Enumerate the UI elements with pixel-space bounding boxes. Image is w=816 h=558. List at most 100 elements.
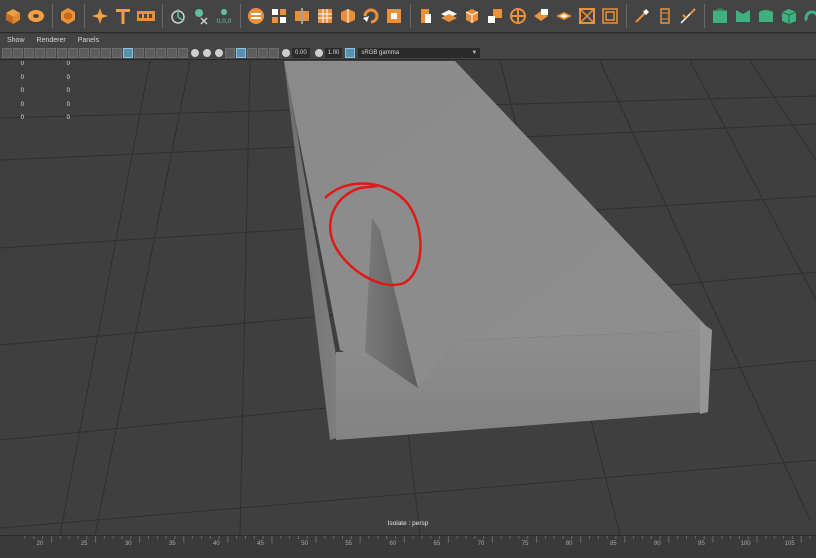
super-shape-icon[interactable] <box>167 4 189 28</box>
camera-name-label: Isolate : persp <box>387 520 429 527</box>
bookmark-icon[interactable] <box>24 47 34 58</box>
perspective-viewport[interactable]: 00 00 00 00 00 Isolate : persp <box>0 61 816 535</box>
fill-hole-icon[interactable] <box>383 4 405 28</box>
poke-icon[interactable] <box>654 4 676 28</box>
insert-edgeloop-icon[interactable] <box>530 4 552 28</box>
shelf-separator <box>410 4 411 28</box>
timeline-tick-label: 20 <box>37 541 44 547</box>
color-space-select[interactable]: sRGB gamma ▼ <box>358 47 481 58</box>
timeline-tick-label: 25 <box>81 541 88 547</box>
gate-mask-icon[interactable] <box>101 47 111 58</box>
grease-pencil-icon[interactable] <box>57 47 67 58</box>
timeline-tick-label: 35 <box>169 541 176 547</box>
harden-edge-icon[interactable] <box>778 4 800 28</box>
menu-renderer[interactable]: Renderer <box>30 37 71 44</box>
cylinder-icon[interactable] <box>25 4 47 28</box>
sweep-mesh-icon[interactable] <box>89 4 111 28</box>
extrude-icon[interactable] <box>415 4 437 28</box>
timeline-tick-label: 95 <box>698 541 705 547</box>
timeline-tick-label: 60 <box>389 541 396 547</box>
xray-joints-icon[interactable] <box>269 47 279 58</box>
camera-attributes-icon[interactable] <box>13 47 23 58</box>
use-default-material-icon[interactable] <box>145 47 155 58</box>
depth-of-field-icon[interactable] <box>225 47 235 58</box>
smooth-icon[interactable] <box>314 4 336 28</box>
merge-icon[interactable] <box>576 4 598 28</box>
time-slider[interactable]: 20 25 30 35 40 45 50 55 60 65 70 75 80 85 90 95 100 105 <box>0 535 816 557</box>
timeline-tick-label: 65 <box>434 541 441 547</box>
mirror-icon[interactable] <box>291 4 313 28</box>
cleanup-icon[interactable] <box>360 4 382 28</box>
grid-icon[interactable] <box>68 47 78 58</box>
append-icon[interactable] <box>484 4 506 28</box>
gamma-field[interactable]: 1.00 <box>324 47 343 58</box>
viewport-scene <box>0 61 816 535</box>
menu-panels[interactable]: Panels <box>71 37 104 44</box>
multicut-icon[interactable] <box>507 4 529 28</box>
smooth-shade-icon[interactable] <box>134 47 144 58</box>
shelf-separator <box>240 4 241 28</box>
timeline-tick-label: 40 <box>213 541 220 547</box>
isolate-select-icon[interactable] <box>236 47 246 58</box>
shadows-icon[interactable] <box>178 47 188 58</box>
conform-icon[interactable] <box>801 4 816 28</box>
shelf-separator <box>162 4 163 28</box>
resolution-gate-icon[interactable] <box>90 47 100 58</box>
hud-row: 00 <box>20 61 70 67</box>
target-weld-icon[interactable] <box>631 4 653 28</box>
timeline-tick-label: 50 <box>301 541 308 547</box>
polygon-cube-icon[interactable] <box>2 4 24 28</box>
offset-edgeloop-icon[interactable] <box>553 4 575 28</box>
soften-edge-icon[interactable] <box>755 4 777 28</box>
svg-icon[interactable] <box>135 4 157 28</box>
xray-active-icon[interactable] <box>258 47 268 58</box>
exposure-icon[interactable] <box>282 48 290 57</box>
field-chart-icon[interactable] <box>112 47 122 58</box>
ambient-occlusion-icon[interactable] <box>191 48 199 57</box>
select-camera-icon[interactable] <box>2 47 12 58</box>
wedge-icon[interactable] <box>677 4 699 28</box>
menu-show[interactable]: Show <box>0 37 30 44</box>
film-gate-icon[interactable] <box>79 47 89 58</box>
image-plane-icon[interactable] <box>35 47 45 58</box>
shelf-separator <box>52 4 53 28</box>
anti-aliasing-icon[interactable] <box>215 48 223 57</box>
lights-icon[interactable] <box>167 47 177 58</box>
panel-toolbar: 0.00 1.00 sRGB gamma ▼ <box>0 46 816 60</box>
motion-blur-icon[interactable] <box>203 48 211 57</box>
hud-row: 00 <box>20 88 70 94</box>
separate-icon[interactable] <box>268 4 290 28</box>
color-management-icon[interactable] <box>345 47 356 58</box>
2d-pan-zoom-icon[interactable] <box>46 47 56 58</box>
svg-text:0,0,0: 0,0,0 <box>216 18 231 25</box>
uv-icon[interactable] <box>190 4 212 28</box>
xray-icon[interactable] <box>247 47 257 58</box>
panel-menubar: Show Renderer Panels <box>0 34 816 46</box>
timeline-tick-label: 105 <box>785 541 796 547</box>
textured-icon[interactable] <box>156 47 166 58</box>
color-space-value: sRGB gamma <box>361 49 400 56</box>
combine-icon[interactable] <box>245 4 267 28</box>
timeline-tick-label: 90 <box>654 541 661 547</box>
reverse-icon[interactable] <box>732 4 754 28</box>
shelf-toolbar: 0,0,0 <box>0 0 816 33</box>
bevel-icon[interactable] <box>461 4 483 28</box>
exposure-field[interactable]: 0.00 <box>292 47 310 58</box>
gamma-icon[interactable] <box>314 48 323 57</box>
sphere-icon[interactable] <box>57 4 79 28</box>
display-coords-icon[interactable]: 0,0,0 <box>213 4 235 28</box>
hud-data: 00 00 00 00 00 <box>0 61 80 129</box>
hud-row: 00 <box>20 74 70 81</box>
circularize-icon[interactable] <box>599 4 621 28</box>
bridge-icon[interactable] <box>438 4 460 28</box>
timeline-tick-label: 30 <box>125 541 132 547</box>
hud-row: 00 <box>20 115 70 121</box>
reduce-icon[interactable] <box>337 4 359 28</box>
shelf-separator <box>704 4 705 28</box>
normals-icon[interactable] <box>709 4 731 28</box>
timeline-tick-label: 70 <box>478 541 485 547</box>
timeline-tick-label: 85 <box>610 541 617 547</box>
timeline-tick-label: 80 <box>566 541 573 547</box>
type-icon[interactable] <box>112 4 134 28</box>
wireframe-on-shaded-icon[interactable] <box>123 47 133 58</box>
